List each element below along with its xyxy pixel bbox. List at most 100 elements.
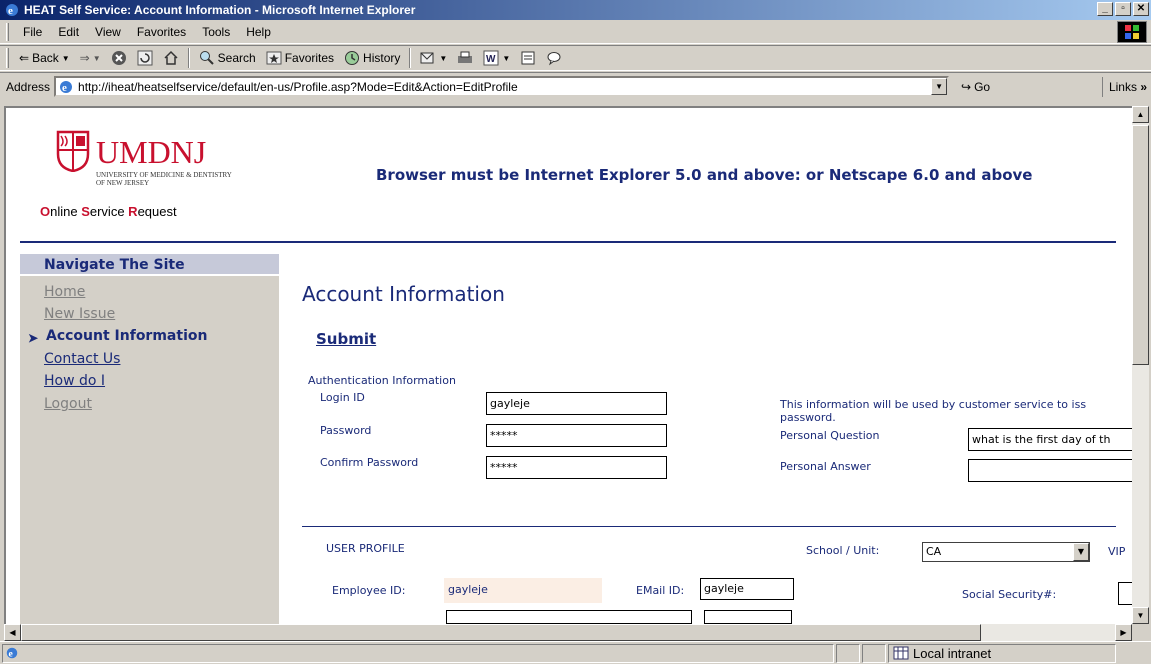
horizontal-scroll-thumb[interactable] xyxy=(21,624,981,641)
links-toolbar[interactable]: Links » xyxy=(1101,77,1151,97)
home-button[interactable] xyxy=(159,47,183,69)
vertical-scrollbar[interactable]: ▲ ▼ xyxy=(1132,106,1149,624)
windows-logo-icon xyxy=(1117,21,1147,43)
user-profile-heading: USER PROFILE xyxy=(326,542,405,555)
discuss-button[interactable] xyxy=(516,47,540,69)
menu-tools[interactable]: Tools xyxy=(194,25,238,39)
confirm-password-label: Confirm Password xyxy=(320,456,419,469)
nav-link-contact-us[interactable]: Contact Us xyxy=(44,351,120,367)
address-bar: Address e http://iheat/heatselfservice/d… xyxy=(0,72,1151,100)
nav-link-home[interactable]: Home xyxy=(44,284,85,300)
mail-icon xyxy=(420,52,434,64)
refresh-button[interactable] xyxy=(133,47,157,69)
toolbar-separator xyxy=(409,48,412,68)
document-icon xyxy=(521,51,535,65)
favorites-button[interactable]: Favorites xyxy=(262,47,338,69)
employee-id-label: Employee ID: xyxy=(332,584,406,597)
search-button[interactable]: Search xyxy=(195,47,260,69)
school-unit-label: School / Unit: xyxy=(806,544,880,557)
minimize-button[interactable]: _ xyxy=(1097,2,1113,16)
horizontal-scrollbar[interactable]: ◀ ▶ xyxy=(4,624,1132,641)
refresh-icon xyxy=(137,50,153,66)
header-divider xyxy=(20,241,1116,243)
menu-view[interactable]: View xyxy=(87,25,129,39)
social-security-input[interactable] xyxy=(1118,582,1132,605)
stop-button[interactable] xyxy=(107,47,131,69)
stop-icon xyxy=(111,51,126,65)
history-button[interactable]: History xyxy=(340,47,404,69)
page-title: Account Information xyxy=(302,282,505,306)
address-label: Address xyxy=(6,79,51,94)
dropdown-arrow-icon: ▼ xyxy=(439,53,448,63)
nav-link-how-do-i[interactable]: How do I xyxy=(44,373,105,389)
personal-question-input[interactable]: what is the first day of th xyxy=(968,428,1132,451)
password-input[interactable]: ***** xyxy=(486,424,667,447)
search-icon xyxy=(199,51,214,65)
dropdown-arrow-icon: ▼ xyxy=(1073,543,1089,561)
close-button[interactable]: ✕ xyxy=(1133,2,1149,16)
scroll-up-icon[interactable]: ▲ xyxy=(1132,106,1149,123)
scroll-left-icon[interactable]: ◀ xyxy=(4,624,21,641)
info-note-line1: This information will be used by custome… xyxy=(780,398,1087,411)
personal-answer-label: Personal Answer xyxy=(780,460,871,473)
go-arrow-icon: ↪ xyxy=(961,79,972,94)
email-id-input[interactable]: gayleje xyxy=(700,578,794,600)
nav-link-logout[interactable]: Logout xyxy=(44,396,92,412)
current-page-arrow-icon: ➤ xyxy=(28,331,39,345)
menu-bar: File Edit View Favorites Tools Help xyxy=(0,20,1151,44)
vip-label: VIP xyxy=(1108,545,1126,558)
page-viewport: UMDNJ UNIVERSITY OF MEDICINE & DENTISTRY… xyxy=(4,106,1132,624)
security-zone-pane: Local intranet xyxy=(888,643,1116,663)
submit-link[interactable]: Submit xyxy=(316,330,376,348)
status-pane-2 xyxy=(862,643,886,663)
address-input[interactable]: e http://iheat/heatselfservice/default/e… xyxy=(54,76,950,97)
page-icon: e xyxy=(60,80,73,94)
security-zone-label: Local intranet xyxy=(913,645,992,661)
school-unit-select[interactable]: CA ▼ xyxy=(922,542,1090,562)
maximize-button[interactable]: ▫ xyxy=(1115,2,1131,16)
menu-grip xyxy=(6,22,9,41)
menu-help[interactable]: Help xyxy=(238,25,279,39)
email-id-label: EMail ID: xyxy=(636,584,685,597)
address-dropdown-icon[interactable]: ▼ xyxy=(931,78,948,95)
mail-button[interactable]: ▼ xyxy=(416,47,451,69)
dropdown-arrow-icon: ▼ xyxy=(92,53,101,63)
confirm-password-input[interactable]: ***** xyxy=(486,456,667,479)
dropdown-arrow-icon: ▼ xyxy=(502,53,511,63)
menu-file[interactable]: File xyxy=(15,25,50,39)
internet-explorer-icon: e xyxy=(6,4,18,17)
status-message-pane: e xyxy=(2,643,834,663)
chevron-right-icon: » xyxy=(1140,80,1147,94)
auth-section-heading: Authentication Information xyxy=(308,374,456,387)
login-id-input[interactable]: gayleje xyxy=(486,392,667,415)
forward-button[interactable]: ⇒ ▼ xyxy=(76,47,105,69)
partial-select[interactable] xyxy=(704,610,792,624)
chat-bubble-icon xyxy=(547,52,561,66)
back-button[interactable]: ⇐ Back ▼ xyxy=(15,47,74,69)
nav-link-new-issue[interactable]: New Issue xyxy=(44,306,115,322)
edit-word-button[interactable]: W ▼ xyxy=(479,47,514,69)
forward-arrow-icon: ⇒ xyxy=(79,51,90,65)
svg-text:e: e xyxy=(62,82,67,94)
social-security-label: Social Security#: xyxy=(962,588,1057,601)
go-button[interactable]: ↪ Go xyxy=(961,80,990,94)
nav-link-account-information[interactable]: Account Information xyxy=(46,328,207,344)
standard-toolbar: ⇐ Back ▼ ⇒ ▼ Search Favorites History ▼ W ▼ xyxy=(0,45,1151,71)
menu-favorites[interactable]: Favorites xyxy=(129,25,194,39)
partial-input[interactable] xyxy=(446,610,692,624)
logo-wordmark: UMDNJ xyxy=(96,134,207,170)
print-button[interactable] xyxy=(453,47,477,69)
print-icon xyxy=(458,51,473,63)
browser-requirement-banner: Browser must be Internet Explorer 5.0 an… xyxy=(376,166,1033,184)
status-pane-1 xyxy=(836,643,860,663)
password-label: Password xyxy=(320,424,372,437)
scroll-right-icon[interactable]: ▶ xyxy=(1115,624,1132,641)
personal-answer-input[interactable] xyxy=(968,459,1132,482)
history-icon xyxy=(345,51,360,65)
scroll-down-icon[interactable]: ▼ xyxy=(1132,607,1149,624)
toolbar-grip xyxy=(6,48,9,68)
menu-edit[interactable]: Edit xyxy=(50,25,87,39)
sidebar: Navigate The Site Home New Issue ➤ Accou… xyxy=(20,254,279,624)
messenger-button[interactable] xyxy=(542,47,566,69)
vertical-scroll-thumb[interactable] xyxy=(1132,125,1149,365)
